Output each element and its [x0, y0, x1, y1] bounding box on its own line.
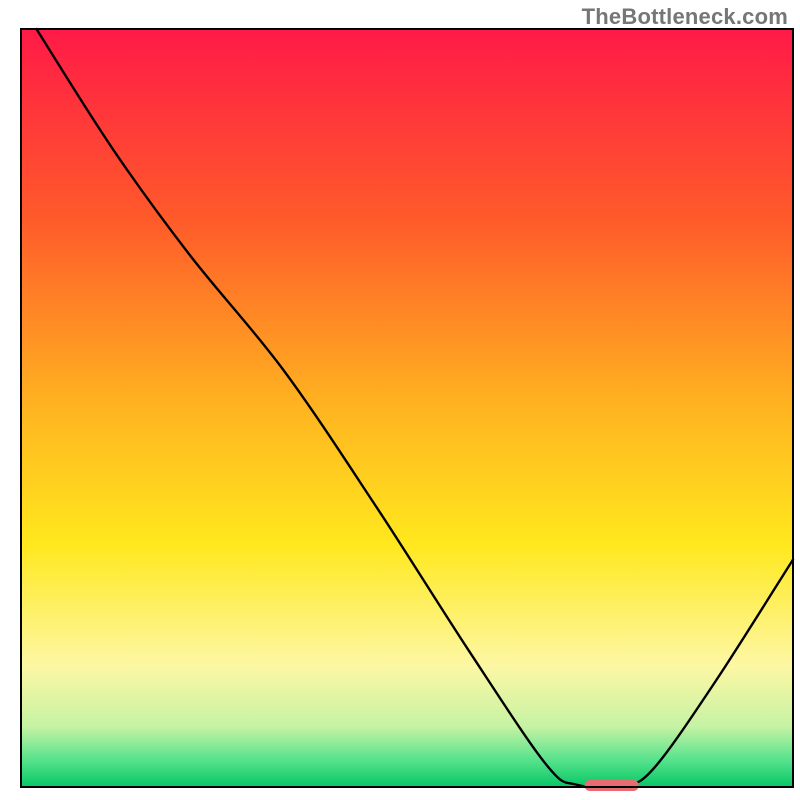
optimal-range-marker: [585, 780, 639, 791]
bottleneck-plot: [0, 0, 800, 800]
chart-frame: TheBottleneck.com: [0, 0, 800, 800]
plot-background: [21, 29, 793, 787]
